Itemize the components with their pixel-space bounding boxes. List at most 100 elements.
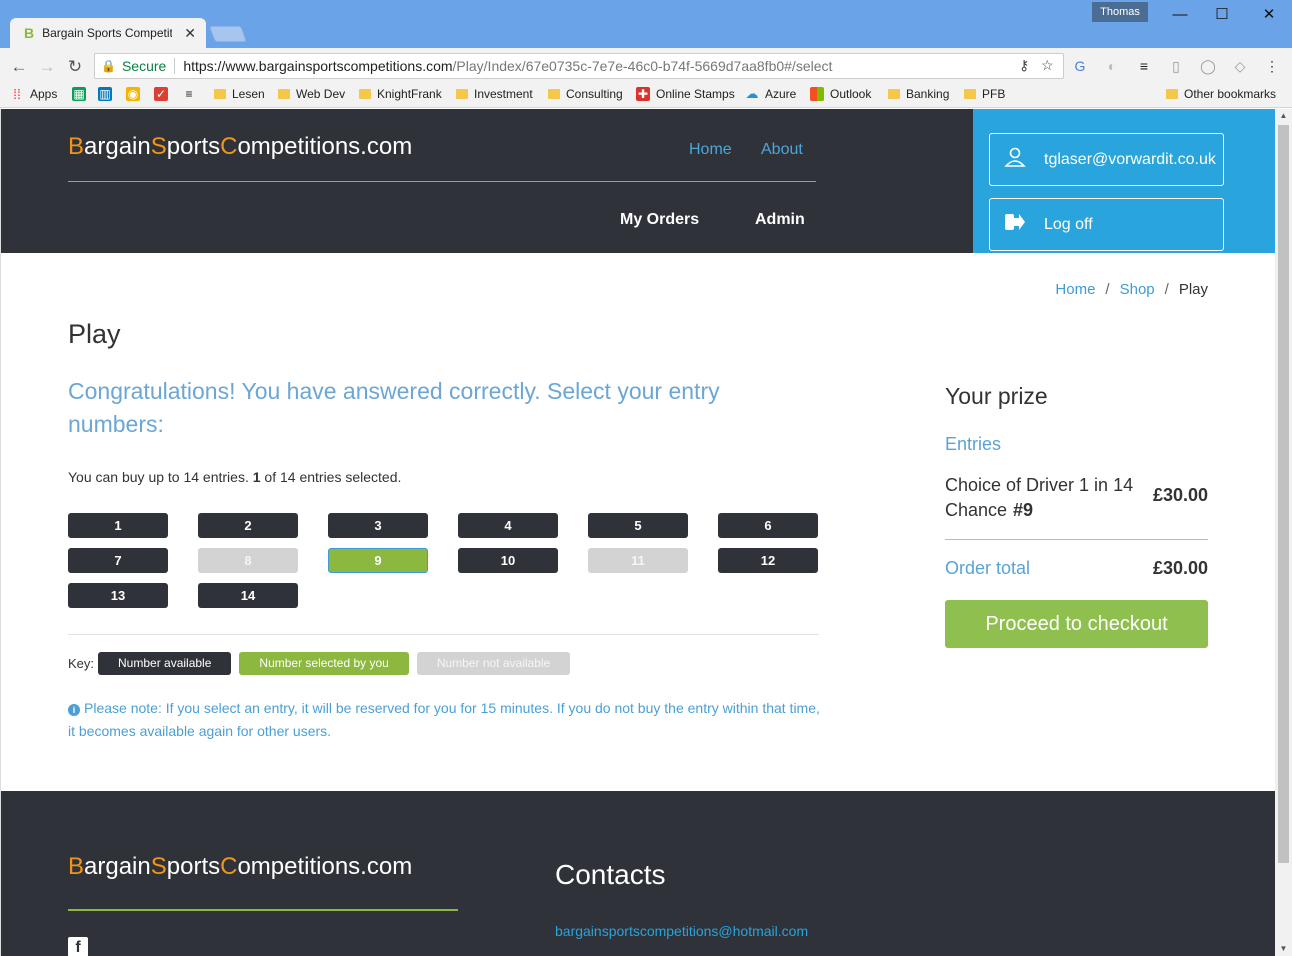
profile-button[interactable]: Thomas xyxy=(1092,2,1148,22)
tab-title: Bargain Sports Competiti xyxy=(42,26,173,40)
entry-number-button-6[interactable]: 6 xyxy=(718,513,818,538)
bookmark-folder-webdev[interactable]: Web Dev xyxy=(278,87,345,101)
entry-number-button-2[interactable]: 2 xyxy=(198,513,298,538)
legend: Key: Number available Number selected by… xyxy=(68,652,571,675)
breadcrumb: Home / Shop / Play xyxy=(1055,281,1208,298)
info-icon: i xyxy=(68,704,80,716)
breadcrumb-shop[interactable]: Shop xyxy=(1120,281,1155,298)
document-extension-icon[interactable]: ▯ xyxy=(1166,56,1186,76)
bookmark-azure[interactable]: ☁ Azure xyxy=(745,86,797,102)
nav-about[interactable]: About xyxy=(761,141,803,159)
bookmark-folder-investment[interactable]: Investment xyxy=(456,87,533,101)
user-panel: tglaser@vorwardit.co.uk Log off xyxy=(973,109,1275,253)
close-window-icon[interactable]: ✕ xyxy=(1254,4,1284,26)
scrollbar-thumb[interactable] xyxy=(1278,125,1289,863)
scroll-down-icon[interactable]: ▼ xyxy=(1275,942,1292,956)
legend-label: Key: xyxy=(68,656,95,671)
bookmark-apps[interactable]: ⁞⁞ Apps xyxy=(10,87,57,101)
nav-admin[interactable]: Admin xyxy=(755,211,805,229)
contacts-heading: Contacts xyxy=(555,859,666,890)
menu-icon[interactable]: ⋮ xyxy=(1262,56,1282,76)
user-account-button[interactable]: tglaser@vorwardit.co.uk xyxy=(989,133,1224,186)
entry-number-button-7[interactable]: 7 xyxy=(68,548,168,573)
nav-home[interactable]: Home xyxy=(689,141,732,159)
stamp-icon: ✚ xyxy=(636,87,650,101)
folder-icon xyxy=(278,89,290,99)
scroll-up-icon[interactable]: ▲ xyxy=(1275,109,1292,123)
bookmark-keep[interactable]: ◉ xyxy=(126,87,146,101)
url-host: https://www.bargainsportscompetitions.co… xyxy=(183,58,453,74)
translate-extension-icon[interactable]: G xyxy=(1070,56,1090,76)
logo-text: ports xyxy=(166,133,221,160)
nav-my-orders[interactable]: My Orders xyxy=(620,211,699,229)
entry-number-button-13[interactable]: 13 xyxy=(68,583,168,608)
breadcrumb-home[interactable]: Home xyxy=(1055,281,1095,298)
congratulations-heading: Congratulations! You have answered corre… xyxy=(68,378,720,437)
footer-logo[interactable]: BargainSportsCompetitions.com xyxy=(68,853,412,881)
bookmark-folder-banking[interactable]: Banking xyxy=(888,87,949,101)
entry-number: #9 xyxy=(1013,500,1034,520)
key-icon[interactable]: ⚷ xyxy=(1019,57,1029,74)
minimize-icon[interactable]: — xyxy=(1165,4,1195,26)
bookmark-label: KnightFrank xyxy=(377,87,442,101)
bookmark-outlook[interactable]: Outlook xyxy=(810,87,871,101)
close-tab-icon[interactable]: ✕ xyxy=(184,25,196,42)
buffer-extension-icon[interactable]: ≡ xyxy=(1134,56,1154,76)
entry-number-button-12[interactable]: 12 xyxy=(718,548,818,573)
bookmark-trello[interactable]: ▥ xyxy=(98,87,118,101)
bookmark-star-icon[interactable]: ☆ xyxy=(1041,57,1054,74)
bookmark-label: PFB xyxy=(982,87,1006,101)
logo-text: ports xyxy=(166,853,221,880)
new-tab-button[interactable] xyxy=(209,26,247,42)
selected-count: 1 xyxy=(252,469,261,485)
entry-number-button-3[interactable]: 3 xyxy=(328,513,428,538)
divider xyxy=(68,634,819,635)
site-favicon-icon: B xyxy=(24,25,35,41)
bookmark-other[interactable]: Other bookmarks xyxy=(1166,87,1276,101)
divider xyxy=(945,539,1208,540)
bookmarks-bar: ⁞⁞ Apps ▦ ▥ ◉ ✓ ≡ Lesen Web Dev KnightFra… xyxy=(0,84,1292,108)
lock-icon: 🔒 xyxy=(101,59,116,73)
bookmark-sheets[interactable]: ▦ xyxy=(72,87,92,101)
folder-icon xyxy=(964,89,976,99)
entry-number-button-5[interactable]: 5 xyxy=(588,513,688,538)
reload-icon[interactable]: ↻ xyxy=(64,56,86,78)
address-bar[interactable]: 🔒 Secure https://www.bargainsportscompet… xyxy=(94,53,1064,79)
microsoft-icon xyxy=(810,87,824,101)
legend-unavailable: Number not available xyxy=(416,652,571,675)
legend-selected: Number selected by you xyxy=(239,652,409,675)
bookmark-folder-knightfrank[interactable]: KnightFrank xyxy=(359,87,442,101)
code-extension-icon[interactable]: ◯ xyxy=(1198,56,1218,76)
site-footer: BargainSportsCompetitions.com f Contacts… xyxy=(1,791,1275,956)
entry-number-button-4[interactable]: 4 xyxy=(458,513,558,538)
logoff-button[interactable]: Log off xyxy=(989,198,1224,251)
forward-icon[interactable]: → xyxy=(36,56,58,78)
back-icon[interactable]: ← xyxy=(8,56,30,78)
facebook-icon[interactable]: f xyxy=(68,937,88,956)
bookmark-folder-pfb[interactable]: PFB xyxy=(964,87,1005,101)
contact-email-link[interactable]: bargainsportscompetitions@hotmail.com xyxy=(555,923,808,939)
site-logo[interactable]: BargainSportsCompetitions.com xyxy=(68,133,412,161)
breadcrumb-current: Play xyxy=(1178,281,1208,298)
folder-icon xyxy=(456,89,468,99)
browser-tab[interactable]: B Bargain Sports Competiti ✕ xyxy=(10,18,206,48)
vertical-scrollbar[interactable]: ▲ ▼ xyxy=(1275,109,1292,956)
entry-number-button-10[interactable]: 10 xyxy=(458,548,558,573)
entry-number-button-1[interactable]: 1 xyxy=(68,513,168,538)
entry-number-button-14[interactable]: 14 xyxy=(198,583,298,608)
user-email: tglaser@vorwardit.co.uk xyxy=(1044,150,1216,168)
trello-icon: ▥ xyxy=(98,87,112,101)
proceed-to-checkout-button[interactable]: Proceed to checkout xyxy=(945,600,1208,648)
bookmark-buffer[interactable]: ≡ xyxy=(182,87,202,101)
bookmark-folder-lesen[interactable]: Lesen xyxy=(214,87,265,101)
bookmark-folder-consulting[interactable]: Consulting xyxy=(548,87,623,101)
dropbox-extension-icon[interactable]: ◇ xyxy=(1230,56,1250,76)
logo-letter: S xyxy=(150,853,167,880)
bookmark-todoist[interactable]: ✓ xyxy=(154,87,174,101)
cloud-icon: ☁ xyxy=(745,86,759,101)
maximize-icon[interactable]: ☐ xyxy=(1207,4,1237,26)
bookmark-online-stamps[interactable]: ✚ Online Stamps xyxy=(636,87,735,101)
entry-number-button-9[interactable]: 9 xyxy=(328,548,428,573)
extension-icon[interactable]: ◐ xyxy=(1102,56,1122,76)
prize-heading: Your prize xyxy=(945,383,1048,409)
